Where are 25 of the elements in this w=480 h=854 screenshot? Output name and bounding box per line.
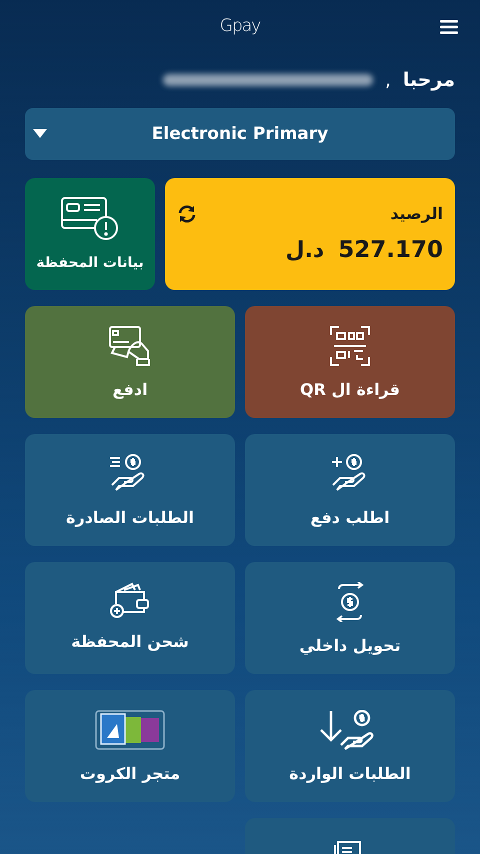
prepaid-cards-icon bbox=[95, 710, 165, 750]
currency: د.ل bbox=[285, 238, 324, 262]
menu-tile[interactable]: متجر الكروت bbox=[25, 690, 235, 802]
greeting: مرحبا bbox=[402, 69, 455, 91]
balance-label: الرصيد bbox=[390, 204, 443, 223]
menu-tile[interactable]: الطلبات الواردة bbox=[245, 690, 455, 802]
account-dropdown[interactable]: Electronic Primary bbox=[25, 108, 455, 160]
menu-tile[interactable]: شحن المحفظة bbox=[25, 562, 235, 674]
menu-tile[interactable]: الطلبات الصادرة bbox=[25, 434, 235, 546]
wallet-plus-icon bbox=[110, 582, 150, 618]
menu-tile[interactable]: قراءة ال QR bbox=[245, 306, 455, 418]
coin-transfer-icon bbox=[335, 582, 365, 622]
menu-tile[interactable]: ادفع bbox=[25, 306, 235, 418]
refresh-icon[interactable] bbox=[177, 204, 197, 222]
card-alert-icon bbox=[61, 197, 119, 241]
menu-icon[interactable] bbox=[440, 20, 458, 34]
caret-icon bbox=[33, 129, 47, 138]
logo: Gpay bbox=[220, 16, 260, 36]
qr-scan-icon bbox=[330, 326, 370, 366]
menu-tile[interactable]: تحويل داخلي bbox=[245, 562, 455, 674]
card-in-hand-icon bbox=[109, 326, 151, 366]
wallet-info-tile[interactable]: بيانات المحفظة bbox=[25, 178, 155, 290]
menu-tile[interactable]: اطلب دفع bbox=[245, 434, 455, 546]
comma: , bbox=[385, 70, 391, 90]
balance-amount: 527.170 bbox=[338, 237, 443, 263]
